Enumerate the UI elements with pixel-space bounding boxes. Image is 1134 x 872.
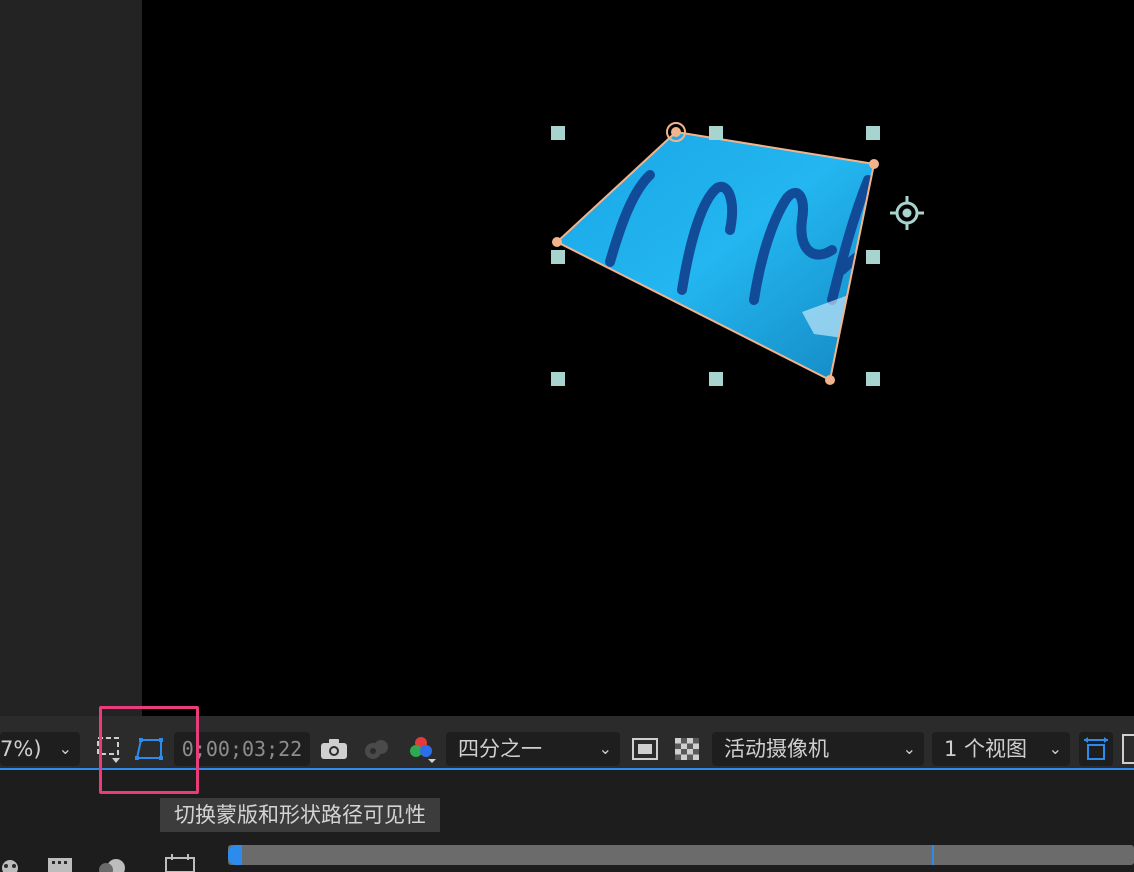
motion-blur-icon[interactable] [99, 859, 125, 872]
tooltip: 切换蒙版和形状路径可见性 [160, 798, 440, 832]
magnification-dropdown[interactable]: 7%) ⌄ [0, 732, 80, 766]
anchor-point-icon[interactable] [890, 196, 924, 230]
current-time-indicator[interactable] [932, 845, 934, 865]
mask-path-visibility-icon[interactable] [132, 732, 166, 766]
chevron-down-icon: ⌄ [902, 739, 916, 758]
chevron-down-icon: ⌄ [598, 739, 612, 758]
toggle-pixel-aspect-icon[interactable] [1079, 732, 1113, 766]
timecode-value: 0;00;03;22 [181, 737, 303, 761]
project-panel [0, 0, 142, 716]
composition-viewer[interactable] [142, 0, 1134, 716]
camera-view-dropdown[interactable]: 活动摄像机 ⌄ [712, 732, 924, 766]
current-time-display[interactable]: 0;00;03;22 [174, 732, 310, 766]
camera-view-value: 活动摄像机 [724, 737, 829, 761]
fast-previews-toggle[interactable] [1122, 734, 1134, 764]
chevron-down-icon: ⌄ [58, 739, 72, 758]
fast-previews-icon[interactable] [628, 732, 662, 766]
magnification-value: 7%) [0, 737, 42, 761]
timeline-time-ruler[interactable] [228, 845, 1134, 865]
graph-editor-icon[interactable] [165, 854, 195, 872]
transparency-grid-icon[interactable] [670, 732, 704, 766]
after-effects-window: 7%) ⌄ 0;00;03;22 四分之一 ⌄ 活动摄像机 ⌄ 1 个视图 ⌄ … [0, 0, 1134, 872]
resolution-value: 四分之一 [458, 737, 542, 761]
chevron-down-icon: ⌄ [1048, 739, 1062, 758]
masked-layer[interactable] [557, 132, 902, 380]
timeline-controls [0, 852, 228, 872]
view-layout-dropdown[interactable]: 1 个视图 ⌄ [932, 732, 1070, 766]
viewer-toolbar: 7%) ⌄ 0;00;03;22 四分之一 ⌄ 活动摄像机 ⌄ 1 个视图 ⌄ [0, 716, 1134, 770]
resolution-dropdown[interactable]: 四分之一 ⌄ [446, 732, 620, 766]
tooltip-text: 切换蒙版和形状路径可见性 [174, 803, 426, 827]
rgb-channel-icon[interactable] [404, 732, 438, 766]
view-layout-value: 1 个视图 [944, 737, 1028, 761]
frame-blending-icon[interactable] [48, 858, 72, 872]
show-snapshot-icon[interactable] [359, 732, 393, 766]
shy-layers-icon[interactable] [2, 860, 18, 872]
region-of-interest-icon[interactable] [92, 732, 126, 766]
camera-icon[interactable] [317, 732, 351, 766]
work-area-start-handle[interactable] [228, 845, 242, 865]
composition-canvas[interactable] [142, 0, 1134, 716]
